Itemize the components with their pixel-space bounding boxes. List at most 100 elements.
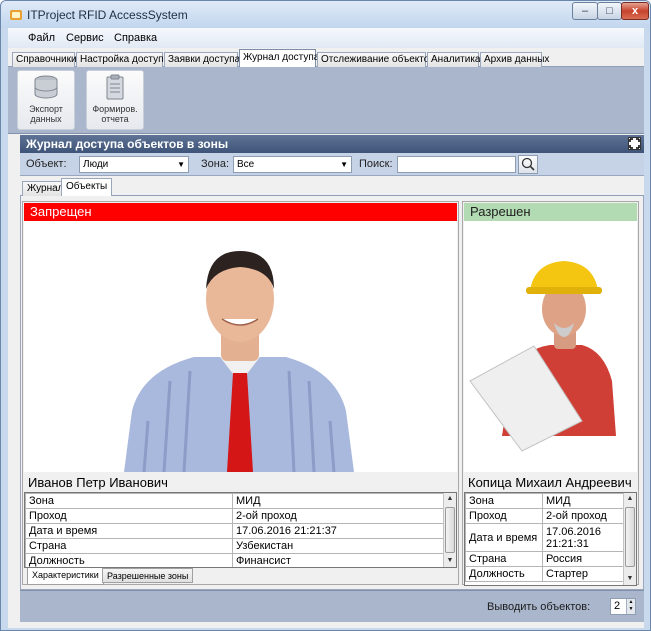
attribute-key: Зона (25, 493, 233, 509)
table-row[interactable]: Страна Узбекистан (25, 538, 444, 554)
tab-access-journal[interactable]: Журнал доступа (239, 49, 319, 68)
tab-object-tracking[interactable]: Отслеживание объектов (317, 52, 435, 67)
attribute-value: МИД (232, 493, 444, 509)
access-status-denied: Запрещен (24, 203, 457, 221)
panel-title: Журнал доступа объектов в зоны (26, 137, 229, 151)
object-select-value: Люди (83, 159, 109, 170)
export-data-button[interactable]: Экспорт данных (17, 70, 75, 130)
app-logo-icon (10, 10, 22, 20)
tab-directories[interactable]: Справочники (12, 52, 77, 67)
attribute-key: Должность (465, 566, 543, 582)
client-area: Файл Сервис Справка Справочники Настройк… (8, 28, 644, 628)
scroll-up-icon[interactable]: ▲ (624, 493, 636, 505)
attribute-key: Должность (25, 553, 233, 567)
attribute-value: Узбекистан (232, 538, 444, 554)
objects-count-stepper[interactable]: 2 ▲ ▼ (610, 598, 636, 615)
menu-service[interactable]: Сервис (66, 32, 104, 44)
attribute-key: Проход (25, 508, 233, 524)
object-card: Разрешен Копица Михаил Андреевич Зона МИ… (462, 201, 639, 586)
person-photo-icon (124, 251, 354, 473)
generate-report-label: Формиров. отчета (92, 104, 138, 124)
table-row[interactable]: Дата и время 17.06.2016 21:21:37 (25, 523, 444, 539)
search-label: Поиск: (359, 158, 393, 170)
attribute-key: Страна (25, 538, 233, 554)
object-card: Запрещен Иванов Петр Иванович Зона МИД П… (22, 201, 459, 585)
tab-characteristics[interactable]: Характеристики (27, 568, 104, 585)
table-row[interactable]: Страна Россия (465, 551, 625, 567)
table-row[interactable]: Зона МИД (25, 493, 444, 509)
menu-file[interactable]: Файл (28, 32, 55, 44)
person-name: Иванов Петр Иванович (28, 475, 168, 490)
panel-header: Журнал доступа объектов в зоны (20, 135, 644, 153)
attributes-grid[interactable]: Зона МИД Проход 2-ой проход Дата и время 17… (464, 492, 637, 586)
report-document-icon (106, 74, 124, 100)
vertical-scrollbar[interactable]: ▲ ▼ (443, 493, 456, 567)
database-icon (34, 75, 58, 99)
expand-icon[interactable] (628, 137, 641, 150)
menu-bar: Файл Сервис Справка (8, 28, 644, 48)
tab-data-archive[interactable]: Архив данных (480, 52, 549, 67)
tab-access-requests[interactable]: Заявки доступа (164, 52, 240, 67)
table-row[interactable]: Должность Стартер (465, 566, 625, 582)
export-data-label: Экспорт данных (29, 104, 63, 124)
scrollbar-thumb[interactable] (445, 507, 455, 553)
objects-count-label: Выводить объектов: (487, 601, 591, 613)
attribute-key: Проход (465, 508, 543, 524)
close-button[interactable]: x (621, 2, 649, 20)
scroll-up-icon[interactable]: ▲ (444, 493, 456, 505)
attribute-key: Дата и время (25, 523, 233, 539)
attribute-key: Дата и время (465, 523, 543, 552)
attribute-value: 17.06.2016 21:21:31 (542, 523, 625, 552)
maximize-button[interactable]: □ (597, 2, 622, 20)
generate-report-button[interactable]: Формиров. отчета (86, 70, 144, 130)
attribute-value: Стартер (542, 566, 625, 582)
attributes-grid[interactable]: Зона МИД Проход 2-ой проход Дата и время 17… (24, 492, 457, 568)
card-tabs: Характеристики Разрешенные зоны (24, 568, 457, 585)
attribute-value: 17.06.2016 21:21:37 (232, 523, 444, 539)
view-tabs: Журнал Объекты (20, 177, 644, 196)
stepper-arrows-icon[interactable]: ▲ ▼ (626, 599, 635, 614)
search-icon (521, 157, 535, 171)
object-select[interactable]: Люди ▼ (79, 156, 189, 173)
objects-count-value: 2 (614, 600, 621, 612)
scrollbar-thumb[interactable] (625, 507, 635, 567)
main-tabs: Справочники Настройка доступа Заявки дос… (8, 49, 644, 68)
person-photo-icon (469, 261, 616, 452)
table-row[interactable]: Зона МИД (465, 493, 625, 509)
vertical-scrollbar[interactable]: ▲ ▼ (623, 493, 636, 585)
title-bar[interactable]: ITProject RFID AccessSystem – □ x (1, 1, 650, 28)
chevron-down-icon: ▼ (177, 160, 185, 169)
attribute-value: Финансист (232, 553, 444, 567)
app-window: ITProject RFID AccessSystem – □ x Файл С… (0, 0, 651, 631)
attribute-value: 2-ой проход (542, 508, 625, 524)
attribute-value: Россия (542, 551, 625, 567)
tab-objects[interactable]: Объекты (61, 178, 113, 196)
attribute-value: 2-ой проход (232, 508, 444, 524)
person-photo (24, 221, 457, 473)
tab-access-settings[interactable]: Настройка доступа (76, 52, 169, 67)
table-row[interactable]: Проход 2-ой проход (25, 508, 444, 524)
menu-help[interactable]: Справка (114, 32, 157, 44)
attribute-value: МИД (542, 493, 625, 509)
objects-panel: Запрещен Иванов Петр Иванович Зона МИД П… (20, 196, 644, 590)
access-status-allowed: Разрешен (464, 203, 637, 221)
minimize-button[interactable]: – (572, 2, 598, 20)
table-row[interactable]: Проход 2-ой проход (465, 508, 625, 524)
table-row[interactable]: Должность Финансист (25, 553, 444, 567)
chevron-down-icon: ▼ (340, 160, 348, 169)
zone-select[interactable]: Все ▼ (233, 156, 352, 173)
search-button[interactable] (518, 155, 538, 174)
table-row[interactable]: Дата и время 17.06.2016 21:21:31 (465, 523, 625, 552)
attribute-key: Зона (465, 493, 543, 509)
scroll-down-icon[interactable]: ▼ (624, 573, 636, 585)
filter-bar: Объект: Люди ▼ Зона: Все ▼ Поиск: (20, 153, 644, 176)
attribute-key: Страна (465, 551, 543, 567)
zone-select-value: Все (237, 159, 255, 170)
status-bar: Выводить объектов: 2 ▲ ▼ (20, 590, 644, 622)
person-name: Копица Михаил Андреевич (468, 475, 632, 490)
tab-allowed-zones[interactable]: Разрешенные зоны (102, 568, 194, 583)
tab-analytics[interactable]: Аналитика (427, 52, 481, 67)
scroll-down-icon[interactable]: ▼ (444, 555, 456, 567)
window-title: ITProject RFID AccessSystem (27, 8, 188, 22)
search-input[interactable] (397, 156, 516, 173)
